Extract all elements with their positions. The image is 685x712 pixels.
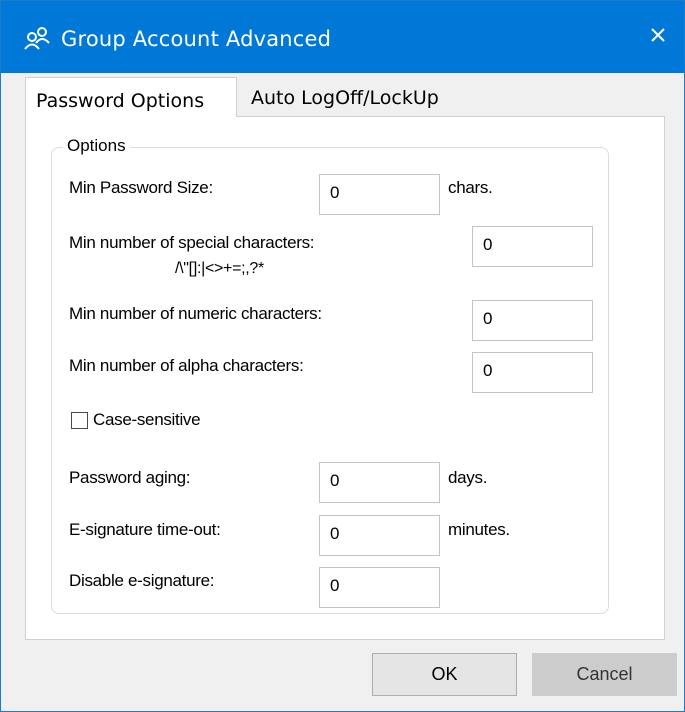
cancel-button[interactable]: Cancel	[532, 653, 677, 696]
min-numeric-field[interactable]: 0	[472, 300, 593, 341]
min-numeric-label: Min number of numeric characters:	[69, 304, 322, 323]
tab-auto-logoff-lockup[interactable]: Auto LogOff/LockUp	[239, 77, 489, 117]
min-special-field[interactable]: 0	[472, 226, 593, 267]
disable-esig-field[interactable]: 0	[319, 567, 440, 608]
options-group-title: Options	[63, 136, 130, 156]
group-account-advanced-dialog: Group Account Advanced Password Options …	[0, 0, 685, 712]
title-bar[interactable]: Group Account Advanced	[1, 1, 684, 73]
tab-password-options[interactable]: Password Options	[25, 77, 237, 117]
disable-esig-label: Disable e-signature:	[69, 571, 215, 590]
min-alpha-field[interactable]: 0	[472, 352, 593, 393]
password-aging-unit: days.	[448, 468, 488, 487]
ok-button[interactable]: OK	[372, 653, 517, 696]
min-password-size-field[interactable]: 0	[319, 174, 440, 215]
close-icon	[649, 26, 667, 49]
group-users-icon	[23, 25, 51, 53]
min-alpha-label: Min number of alpha characters:	[69, 356, 304, 375]
esig-timeout-label: E-signature time-out:	[69, 520, 221, 539]
esig-timeout-unit: minutes.	[448, 520, 510, 539]
esig-timeout-field[interactable]: 0	[319, 515, 440, 556]
password-aging-field[interactable]: 0	[319, 462, 440, 503]
close-button[interactable]	[632, 1, 684, 73]
case-sensitive-label[interactable]: Case-sensitive	[93, 410, 201, 430]
min-special-label: Min number of special characters:	[69, 233, 315, 252]
min-password-size-unit: chars.	[448, 178, 493, 197]
special-characters-hint: /\"[]:|<>+=;,?*	[175, 260, 264, 277]
password-aging-label: Password aging:	[69, 468, 191, 487]
case-sensitive-checkbox[interactable]	[71, 412, 88, 429]
min-password-size-label: Min Password Size:	[69, 178, 213, 197]
window-title: Group Account Advanced	[61, 27, 332, 51]
